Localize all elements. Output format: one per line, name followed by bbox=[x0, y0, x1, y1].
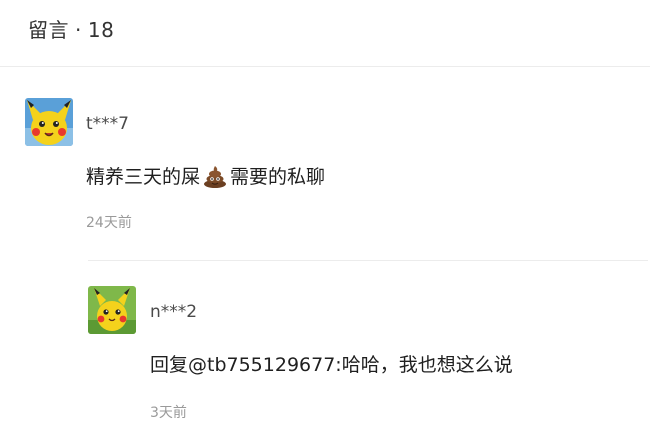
reply-text: 回复@tb755129677:哈哈，我也想这么说 bbox=[150, 354, 513, 376]
reply-username[interactable]: n***2 bbox=[150, 302, 197, 322]
comments-count: 18 bbox=[87, 18, 115, 42]
reply-timestamp: 3天前 bbox=[150, 405, 187, 421]
poop-emoji-icon bbox=[204, 165, 227, 188]
comment-section: 留言 · 18 t***7 精养三天的屎 需要的私聊 24天前 n***2 回复… bbox=[0, 0, 650, 445]
pikachu-avatar-icon bbox=[88, 286, 136, 334]
header-separator: · bbox=[75, 18, 82, 42]
comment-text: 精养三天的屎 需要的私聊 bbox=[86, 162, 325, 189]
comment-username[interactable]: t***7 bbox=[86, 114, 129, 134]
header-divider bbox=[0, 66, 650, 67]
reply-divider bbox=[88, 260, 648, 261]
comment-text-part: 精养三天的屎 bbox=[86, 166, 201, 188]
comments-header: 留言 · 18 bbox=[28, 14, 114, 43]
comments-label: 留言 bbox=[28, 18, 69, 42]
pikachu-avatar-icon bbox=[25, 98, 73, 146]
avatar[interactable] bbox=[88, 286, 136, 334]
avatar[interactable] bbox=[25, 98, 73, 146]
comment-text-part: 需要的私聊 bbox=[230, 166, 326, 188]
comment-timestamp: 24天前 bbox=[86, 215, 132, 231]
